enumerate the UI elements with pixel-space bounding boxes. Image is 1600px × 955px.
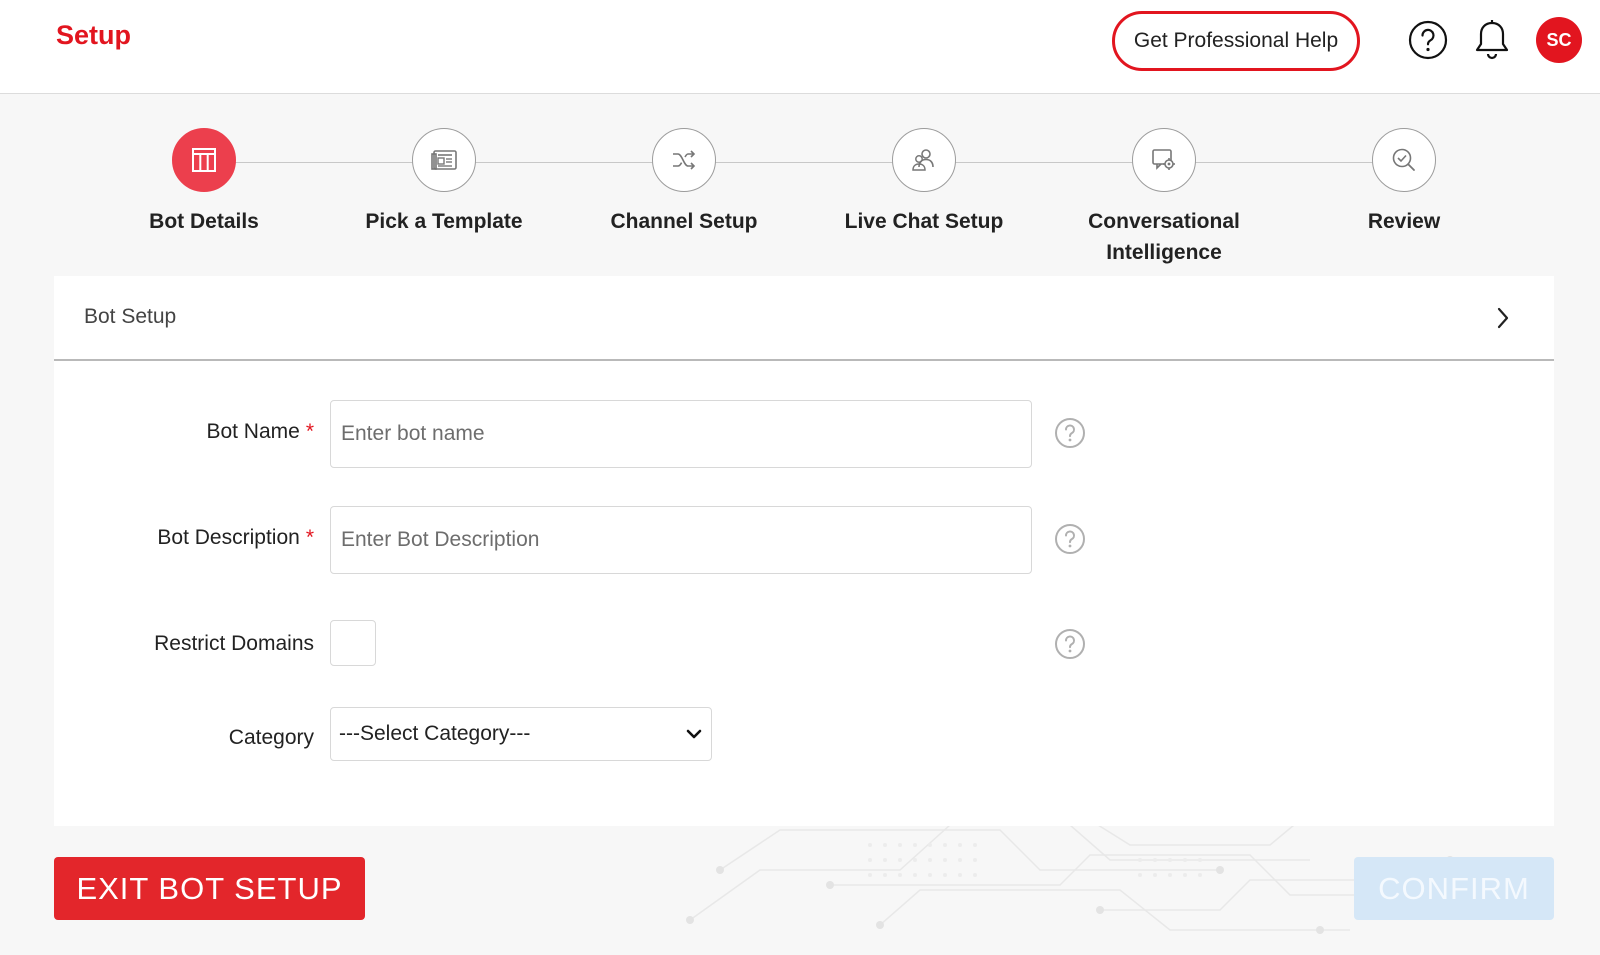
page-title: Setup (56, 20, 132, 50)
step-live-chat-setup[interactable]: Live Chat Setup (804, 128, 1044, 237)
chat-gear-icon (1152, 149, 1175, 170)
setup-stepper: Bot Details Pick a Template Channel Setu… (0, 128, 1600, 268)
shuffle-icon (673, 150, 696, 170)
restrict-domains-help-icon[interactable] (1054, 628, 1086, 660)
bot-setup-header[interactable]: Bot Setup (54, 276, 1554, 361)
step-review[interactable]: Review (1284, 128, 1524, 237)
required-mark: * (305, 526, 314, 549)
step-label: Pick a Template (365, 210, 523, 233)
bot-name-label-text: Bot Name (206, 420, 300, 443)
step-channel-setup[interactable]: Channel Setup (564, 128, 804, 237)
restrict-domains-checkbox[interactable] (330, 620, 376, 666)
required-mark: * (305, 420, 314, 443)
get-professional-help-button[interactable]: Get Professional Help (1112, 11, 1360, 71)
bot-name-row: Bot Name * (54, 400, 1554, 470)
category-label: Category (228, 726, 314, 749)
card-title: Bot Setup (84, 305, 177, 328)
step-circle (172, 128, 236, 192)
bot-description-input[interactable] (330, 506, 1032, 574)
chevron-right-icon[interactable] (1496, 306, 1510, 330)
step-circle (412, 128, 476, 192)
bot-setup-card: Bot Setup Bot Name* Bot Description* Res… (54, 276, 1554, 826)
confirm-button[interactable]: CONFIRM (1354, 857, 1554, 920)
step-label: Conversational Intelligence (1088, 210, 1240, 264)
notification-bell-icon[interactable] (1470, 18, 1514, 62)
step-label: Review (1367, 210, 1441, 233)
category-select-value: ---Select Category--- (339, 722, 531, 745)
step-label: Bot Details (149, 210, 259, 233)
help-icon[interactable] (1406, 18, 1450, 62)
bot-description-label: Bot Description * (157, 526, 314, 550)
agents-icon (912, 149, 934, 171)
search-check-icon (1392, 148, 1415, 171)
avatar[interactable]: SC (1536, 17, 1582, 63)
bot-name-help-icon[interactable] (1054, 417, 1086, 449)
category-row: Category ---Select Category--- (54, 707, 1554, 763)
restrict-domains-label: Restrict Domains (154, 632, 314, 655)
step-circle (892, 128, 956, 192)
template-icon (431, 150, 457, 170)
step-circle (1132, 128, 1196, 192)
step-circle (1372, 128, 1436, 192)
chevron-down-icon (686, 729, 702, 739)
step-circle (652, 128, 716, 192)
restrict-domains-row: Restrict Domains (54, 620, 1554, 670)
exit-bot-setup-button[interactable]: EXIT BOT SETUP (54, 857, 365, 920)
step-bot-details[interactable]: Bot Details (84, 128, 324, 237)
bot-description-label-text: Bot Description (157, 526, 300, 549)
step-conversational-intelligence[interactable]: Conversational Intelligence (1044, 128, 1284, 268)
columns-icon (192, 148, 216, 172)
bot-name-input[interactable] (330, 400, 1032, 468)
bot-description-help-icon[interactable] (1054, 523, 1086, 555)
step-label: Live Chat Setup (844, 210, 1004, 233)
bot-description-row: Bot Description * (54, 506, 1554, 576)
category-select[interactable]: ---Select Category--- (330, 707, 712, 761)
step-pick-a-template[interactable]: Pick a Template (324, 128, 564, 237)
step-label: Channel Setup (610, 210, 758, 233)
bot-name-label: Bot Name * (206, 420, 314, 444)
top-bar: Setup Get Professional Help SC (0, 0, 1600, 94)
